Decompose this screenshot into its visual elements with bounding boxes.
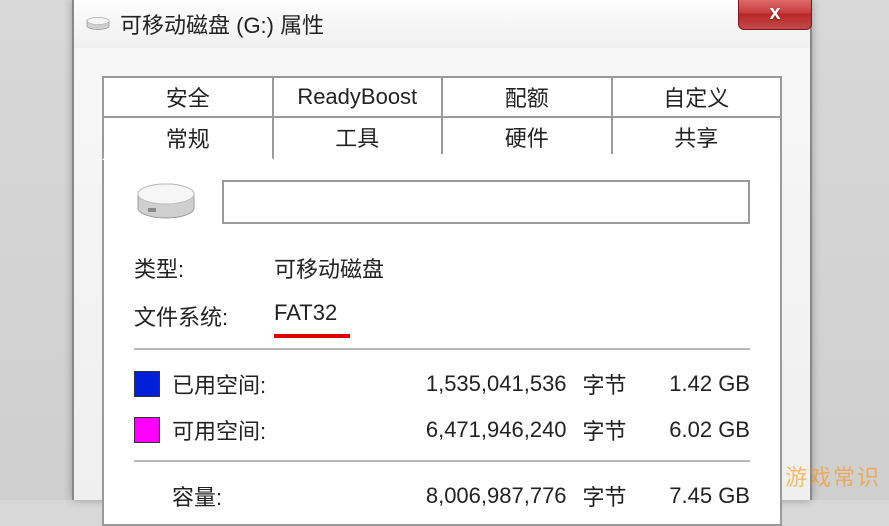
tab-sharing[interactable]: 共享 [611, 116, 783, 156]
tab-readyboost[interactable]: ReadyBoost [272, 76, 444, 116]
tab-hardware[interactable]: 硬件 [441, 116, 613, 156]
type-label: 类型: [134, 252, 274, 284]
tab-custom[interactable]: 自定义 [611, 76, 783, 116]
filesystem-label: 文件系统: [134, 300, 274, 332]
properties-dialog: 可移动磁盘 (G:) 属性 x 安全 ReadyBoost 配额 自定义 常规 … [72, 0, 812, 500]
disk-large-icon [134, 178, 198, 226]
free-bytes: 6,471,946,240 [304, 417, 567, 443]
capacity-gb: 7.45 GB [650, 483, 750, 509]
free-gb: 6.02 GB [650, 417, 750, 443]
free-label: 可用空间: [172, 414, 292, 446]
close-button[interactable]: x [738, 0, 812, 30]
used-space-row: 已用空间: 1,535,041,536 字节 1.42 GB [134, 368, 750, 400]
tab-content-general: 类型: 可移动磁盘 文件系统: FAT32 已用空间: 1,535,041,53… [102, 154, 782, 526]
tab-tools[interactable]: 工具 [272, 116, 444, 156]
used-color-swatch [134, 371, 160, 397]
bytes-unit: 字节 [579, 368, 639, 400]
bytes-unit: 字节 [579, 480, 639, 512]
divider [134, 348, 750, 350]
watermark: 游戏常识 [785, 460, 881, 492]
used-label: 已用空间: [172, 368, 292, 400]
tab-quota[interactable]: 配额 [441, 76, 613, 116]
volume-name-input[interactable] [222, 180, 750, 224]
used-bytes: 1,535,041,536 [304, 371, 567, 397]
titlebar[interactable]: 可移动磁盘 (G:) 属性 x [74, 0, 810, 48]
tabs: 安全 ReadyBoost 配额 自定义 常规 工具 硬件 共享 [74, 48, 810, 526]
capacity-row: 容量: 8,006,987,776 字节 7.45 GB [134, 480, 750, 512]
used-gb: 1.42 GB [650, 371, 750, 397]
window-title: 可移动磁盘 (G:) 属性 [120, 8, 324, 40]
capacity-label: 容量: [172, 480, 292, 512]
free-space-row: 可用空间: 6,471,946,240 字节 6.02 GB [134, 414, 750, 446]
type-value: 可移动磁盘 [274, 252, 384, 284]
highlight-underline [274, 334, 350, 338]
close-icon: x [769, 2, 780, 25]
disk-icon [86, 17, 110, 31]
divider [134, 460, 750, 462]
free-color-swatch [134, 417, 160, 443]
bytes-unit: 字节 [579, 414, 639, 446]
filesystem-value: FAT32 [274, 300, 337, 332]
capacity-bytes: 8,006,987,776 [304, 483, 567, 509]
tab-security[interactable]: 安全 [102, 76, 274, 116]
tab-general[interactable]: 常规 [102, 116, 274, 160]
